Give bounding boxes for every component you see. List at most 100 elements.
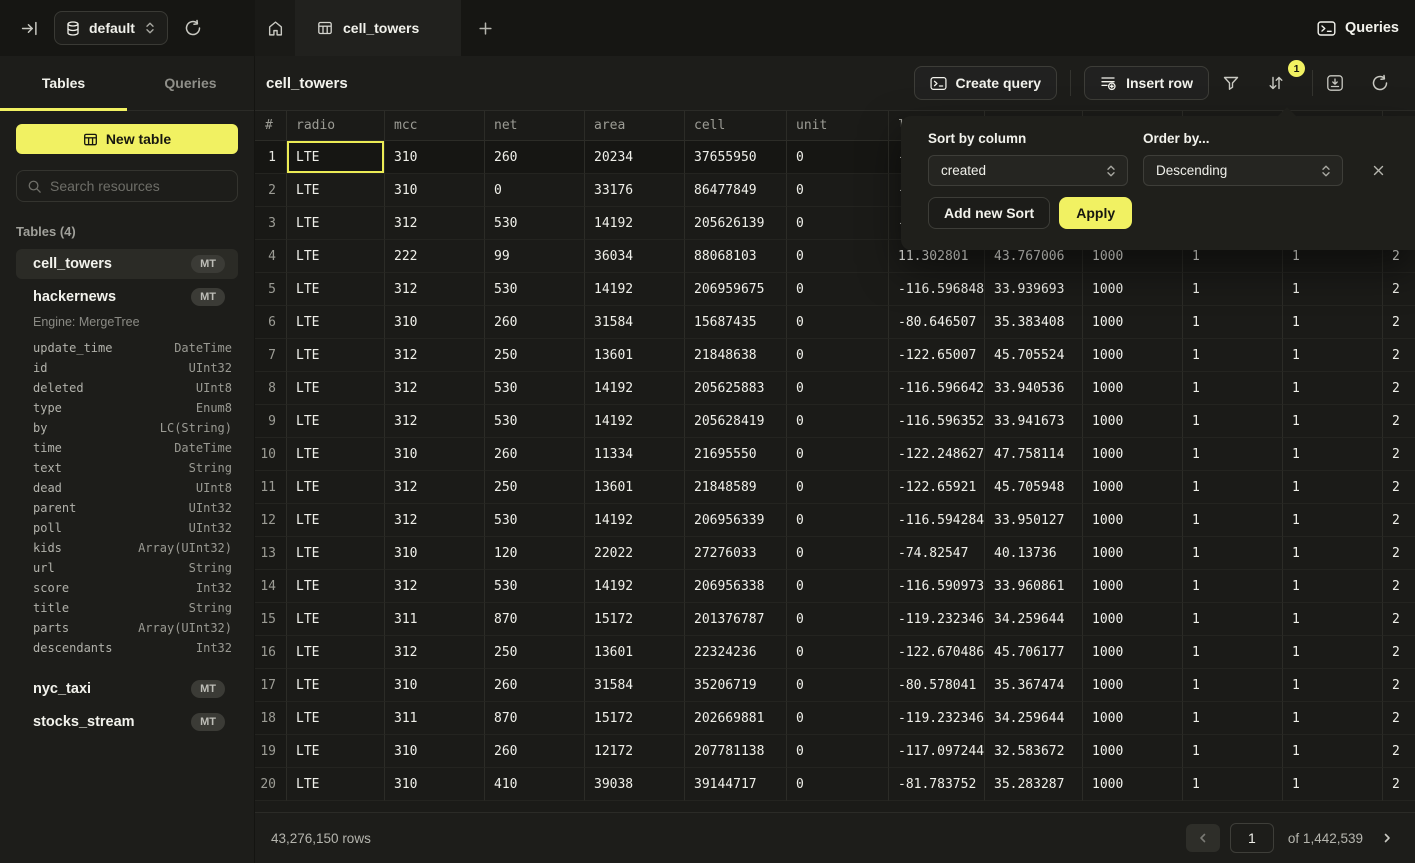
table-cell[interactable]: 2	[1383, 504, 1415, 537]
table-cell[interactable]: 14192	[585, 570, 685, 603]
table-cell[interactable]: 530	[485, 207, 585, 240]
new-tab-button[interactable]	[461, 0, 509, 56]
table-cell[interactable]: 1	[1183, 471, 1283, 504]
table-cell[interactable]: 2	[1383, 471, 1415, 504]
collapse-sidebar-button[interactable]	[21, 20, 38, 37]
sort-column-select[interactable]: created	[928, 155, 1128, 186]
table-cell[interactable]: 1	[1283, 405, 1383, 438]
table-cell[interactable]: 1	[1183, 372, 1283, 405]
table-cell[interactable]: 1	[1283, 273, 1383, 306]
table-cell[interactable]: 312	[385, 504, 485, 537]
sidebar-item-stocks-stream[interactable]: stocks_stream MT	[16, 707, 238, 737]
table-cell[interactable]: 40.13736	[985, 537, 1083, 570]
table-cell[interactable]: 1	[1283, 504, 1383, 537]
table-cell[interactable]: 27276033	[685, 537, 787, 570]
table-cell[interactable]: 530	[485, 570, 585, 603]
table-cell[interactable]: 312	[385, 570, 485, 603]
table-cell[interactable]: 312	[385, 372, 485, 405]
table-cell[interactable]: 1	[1183, 603, 1283, 636]
table-cell[interactable]: 1	[1183, 768, 1283, 801]
table-cell[interactable]: 1	[1283, 702, 1383, 735]
table-cell[interactable]: 1000	[1083, 306, 1183, 339]
table-cell[interactable]: -122.248627	[889, 438, 985, 471]
table-cell[interactable]: 14192	[585, 207, 685, 240]
table-cell[interactable]: 2	[1383, 306, 1415, 339]
table-cell[interactable]: 1	[1183, 735, 1283, 768]
search-input[interactable]	[50, 178, 231, 194]
table-cell[interactable]: 1000	[1083, 735, 1183, 768]
table-cell[interactable]: 2	[1383, 735, 1415, 768]
table-cell[interactable]: 0	[787, 768, 889, 801]
table-cell[interactable]: 1000	[1083, 702, 1183, 735]
table-cell[interactable]: 88068103	[685, 240, 787, 273]
table-cell[interactable]: 310	[385, 768, 485, 801]
table-cell[interactable]: 250	[485, 636, 585, 669]
table-cell[interactable]: 1000	[1083, 603, 1183, 636]
table-cell[interactable]: 312	[385, 471, 485, 504]
table-cell[interactable]: LTE	[287, 471, 385, 504]
table-cell[interactable]: -119.232346	[889, 702, 985, 735]
table-cell[interactable]: 1	[1283, 372, 1383, 405]
table-cell[interactable]: 32.583672	[985, 735, 1083, 768]
table-cell[interactable]: 1	[1183, 636, 1283, 669]
table-cell[interactable]: LTE	[287, 141, 385, 174]
table-cell[interactable]: 1	[1283, 768, 1383, 801]
table-cell[interactable]: 99	[485, 240, 585, 273]
table-cell[interactable]: 530	[485, 504, 585, 537]
table-cell[interactable]: 530	[485, 372, 585, 405]
table-cell[interactable]: 33.960861	[985, 570, 1083, 603]
column-header-radio[interactable]: radio	[287, 111, 385, 140]
table-cell[interactable]: 0	[787, 669, 889, 702]
table-cell[interactable]: 35.367474	[985, 669, 1083, 702]
table-cell[interactable]: 1000	[1083, 339, 1183, 372]
table-cell[interactable]: LTE	[287, 636, 385, 669]
table-cell[interactable]: 1	[1183, 339, 1283, 372]
table-cell[interactable]: 13601	[585, 471, 685, 504]
table-cell[interactable]: 33.950127	[985, 504, 1083, 537]
table-cell[interactable]: 31584	[585, 306, 685, 339]
table-cell[interactable]: LTE	[287, 339, 385, 372]
table-cell[interactable]: 21695550	[685, 438, 787, 471]
table-cell[interactable]: LTE	[287, 669, 385, 702]
table-cell[interactable]: 260	[485, 669, 585, 702]
table-cell[interactable]: 33176	[585, 174, 685, 207]
table-cell[interactable]: 206956339	[685, 504, 787, 537]
sort-order-select[interactable]: Descending	[1143, 155, 1343, 186]
table-cell[interactable]: -122.65007	[889, 339, 985, 372]
table-cell[interactable]: -81.783752	[889, 768, 985, 801]
table-cell[interactable]: 1000	[1083, 669, 1183, 702]
table-cell[interactable]: 11334	[585, 438, 685, 471]
table-cell[interactable]: 250	[485, 339, 585, 372]
next-page-button[interactable]	[1377, 824, 1397, 852]
tab-home[interactable]	[255, 0, 295, 56]
table-cell[interactable]: 0	[787, 273, 889, 306]
table-cell[interactable]: 310	[385, 438, 485, 471]
table-cell[interactable]: -116.596642	[889, 372, 985, 405]
table-cell[interactable]: -116.596352	[889, 405, 985, 438]
table-cell[interactable]: 34.259644	[985, 702, 1083, 735]
table-cell[interactable]: 312	[385, 273, 485, 306]
download-button[interactable]	[1326, 67, 1358, 99]
table-cell[interactable]: 45.705524	[985, 339, 1083, 372]
table-cell[interactable]: 260	[485, 306, 585, 339]
table-cell[interactable]: 0	[787, 141, 889, 174]
table-cell[interactable]: 1000	[1083, 372, 1183, 405]
table-cell[interactable]: 0	[787, 735, 889, 768]
table-cell[interactable]: 2	[1383, 273, 1415, 306]
table-cell[interactable]: -116.594284	[889, 504, 985, 537]
table-cell[interactable]: 33.939693	[985, 273, 1083, 306]
column-header-mcc[interactable]: mcc	[385, 111, 485, 140]
table-cell[interactable]: LTE	[287, 405, 385, 438]
create-query-button[interactable]: Create query	[914, 66, 1058, 100]
table-cell[interactable]: 1	[1183, 273, 1283, 306]
table-cell[interactable]: 35.383408	[985, 306, 1083, 339]
table-cell[interactable]: 35206719	[685, 669, 787, 702]
refresh-table-button[interactable]	[1371, 67, 1403, 99]
table-cell[interactable]: 310	[385, 669, 485, 702]
table-cell[interactable]: 1	[1183, 669, 1283, 702]
table-cell[interactable]: 0	[787, 174, 889, 207]
table-cell[interactable]: 0	[787, 504, 889, 537]
table-cell[interactable]: 120	[485, 537, 585, 570]
prev-page-button[interactable]	[1186, 824, 1220, 852]
table-cell[interactable]: 14192	[585, 372, 685, 405]
